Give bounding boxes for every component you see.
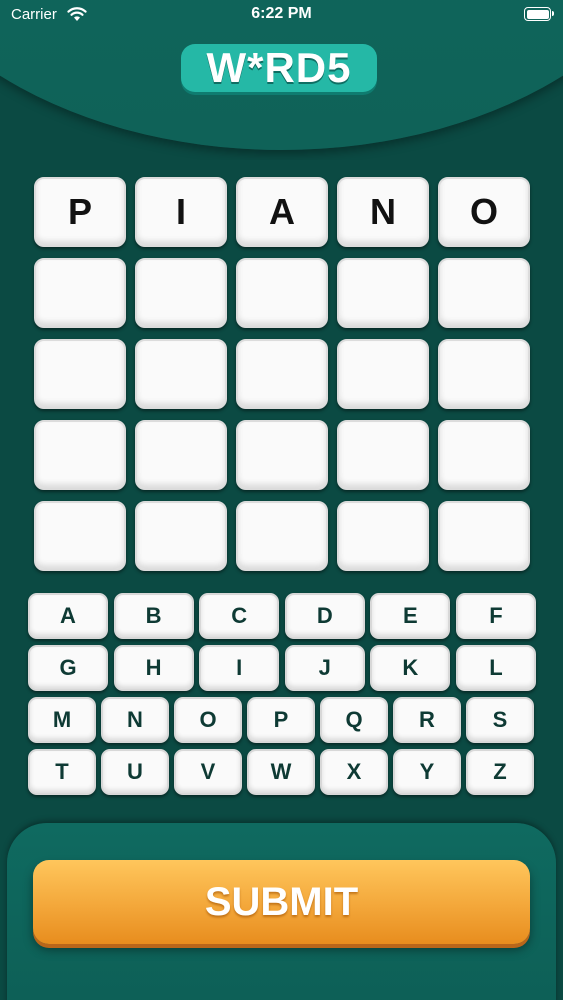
status-bar: Carrier 6:22 PM xyxy=(0,0,563,30)
key-g[interactable]: G xyxy=(28,645,108,691)
key-x[interactable]: X xyxy=(320,749,388,795)
board-tile[interactable] xyxy=(34,339,126,409)
keyboard-row-4: TUVWXYZ xyxy=(28,749,539,795)
board-tile[interactable] xyxy=(337,501,429,571)
keyboard-row-2: GHIJKL xyxy=(28,645,542,691)
board-tile[interactable] xyxy=(236,420,328,490)
board-tile[interactable] xyxy=(236,258,328,328)
key-u[interactable]: U xyxy=(101,749,169,795)
word5-logo: W*RD5 xyxy=(181,44,377,92)
board-tile[interactable] xyxy=(135,258,227,328)
battery-icon xyxy=(524,7,554,21)
key-q[interactable]: Q xyxy=(320,697,388,743)
key-l[interactable]: L xyxy=(455,645,536,691)
board-tile[interactable] xyxy=(135,339,227,409)
key-j[interactable]: J xyxy=(284,645,365,691)
key-h[interactable]: H xyxy=(113,645,194,691)
board-tile[interactable] xyxy=(135,420,227,490)
keyboard-row-1: ABCDEF xyxy=(28,593,542,639)
clock: 6:22 PM xyxy=(251,5,312,22)
board-tile[interactable]: A xyxy=(236,177,328,247)
key-o[interactable]: O xyxy=(174,697,242,743)
keyboard-row-3: MNOPQRS xyxy=(28,697,539,743)
board-tile[interactable] xyxy=(236,339,328,409)
board-tile[interactable] xyxy=(135,501,227,571)
key-r[interactable]: R xyxy=(393,697,461,743)
key-f[interactable]: F xyxy=(455,593,536,639)
key-w[interactable]: W xyxy=(247,749,315,795)
board-tile[interactable] xyxy=(438,258,530,328)
board-tile[interactable] xyxy=(438,501,530,571)
key-a[interactable]: A xyxy=(28,593,108,639)
board-tile[interactable] xyxy=(438,339,530,409)
key-s[interactable]: S xyxy=(466,697,534,743)
submit-button[interactable]: SUBMIT xyxy=(33,860,530,944)
key-t[interactable]: T xyxy=(28,749,96,795)
board-tile[interactable] xyxy=(438,420,530,490)
board-tile[interactable]: N xyxy=(337,177,429,247)
board-tile[interactable]: O xyxy=(438,177,530,247)
board-tile[interactable] xyxy=(337,420,429,490)
key-k[interactable]: K xyxy=(370,645,451,691)
key-z[interactable]: Z xyxy=(466,749,534,795)
board-tile[interactable] xyxy=(34,258,126,328)
key-c[interactable]: C xyxy=(199,593,280,639)
key-p[interactable]: P xyxy=(247,697,315,743)
board-tile[interactable]: I xyxy=(135,177,227,247)
board-tile[interactable] xyxy=(337,258,429,328)
key-n[interactable]: N xyxy=(101,697,169,743)
board-tile[interactable]: P xyxy=(34,177,126,247)
board-tile[interactable] xyxy=(337,339,429,409)
board-tile[interactable] xyxy=(34,420,126,490)
key-d[interactable]: D xyxy=(284,593,365,639)
letter-board: PIANO xyxy=(34,177,530,571)
board-tile[interactable] xyxy=(34,501,126,571)
key-i[interactable]: I xyxy=(199,645,280,691)
key-m[interactable]: M xyxy=(28,697,96,743)
key-y[interactable]: Y xyxy=(393,749,461,795)
key-b[interactable]: B xyxy=(113,593,194,639)
key-v[interactable]: V xyxy=(174,749,242,795)
key-e[interactable]: E xyxy=(370,593,451,639)
board-tile[interactable] xyxy=(236,501,328,571)
